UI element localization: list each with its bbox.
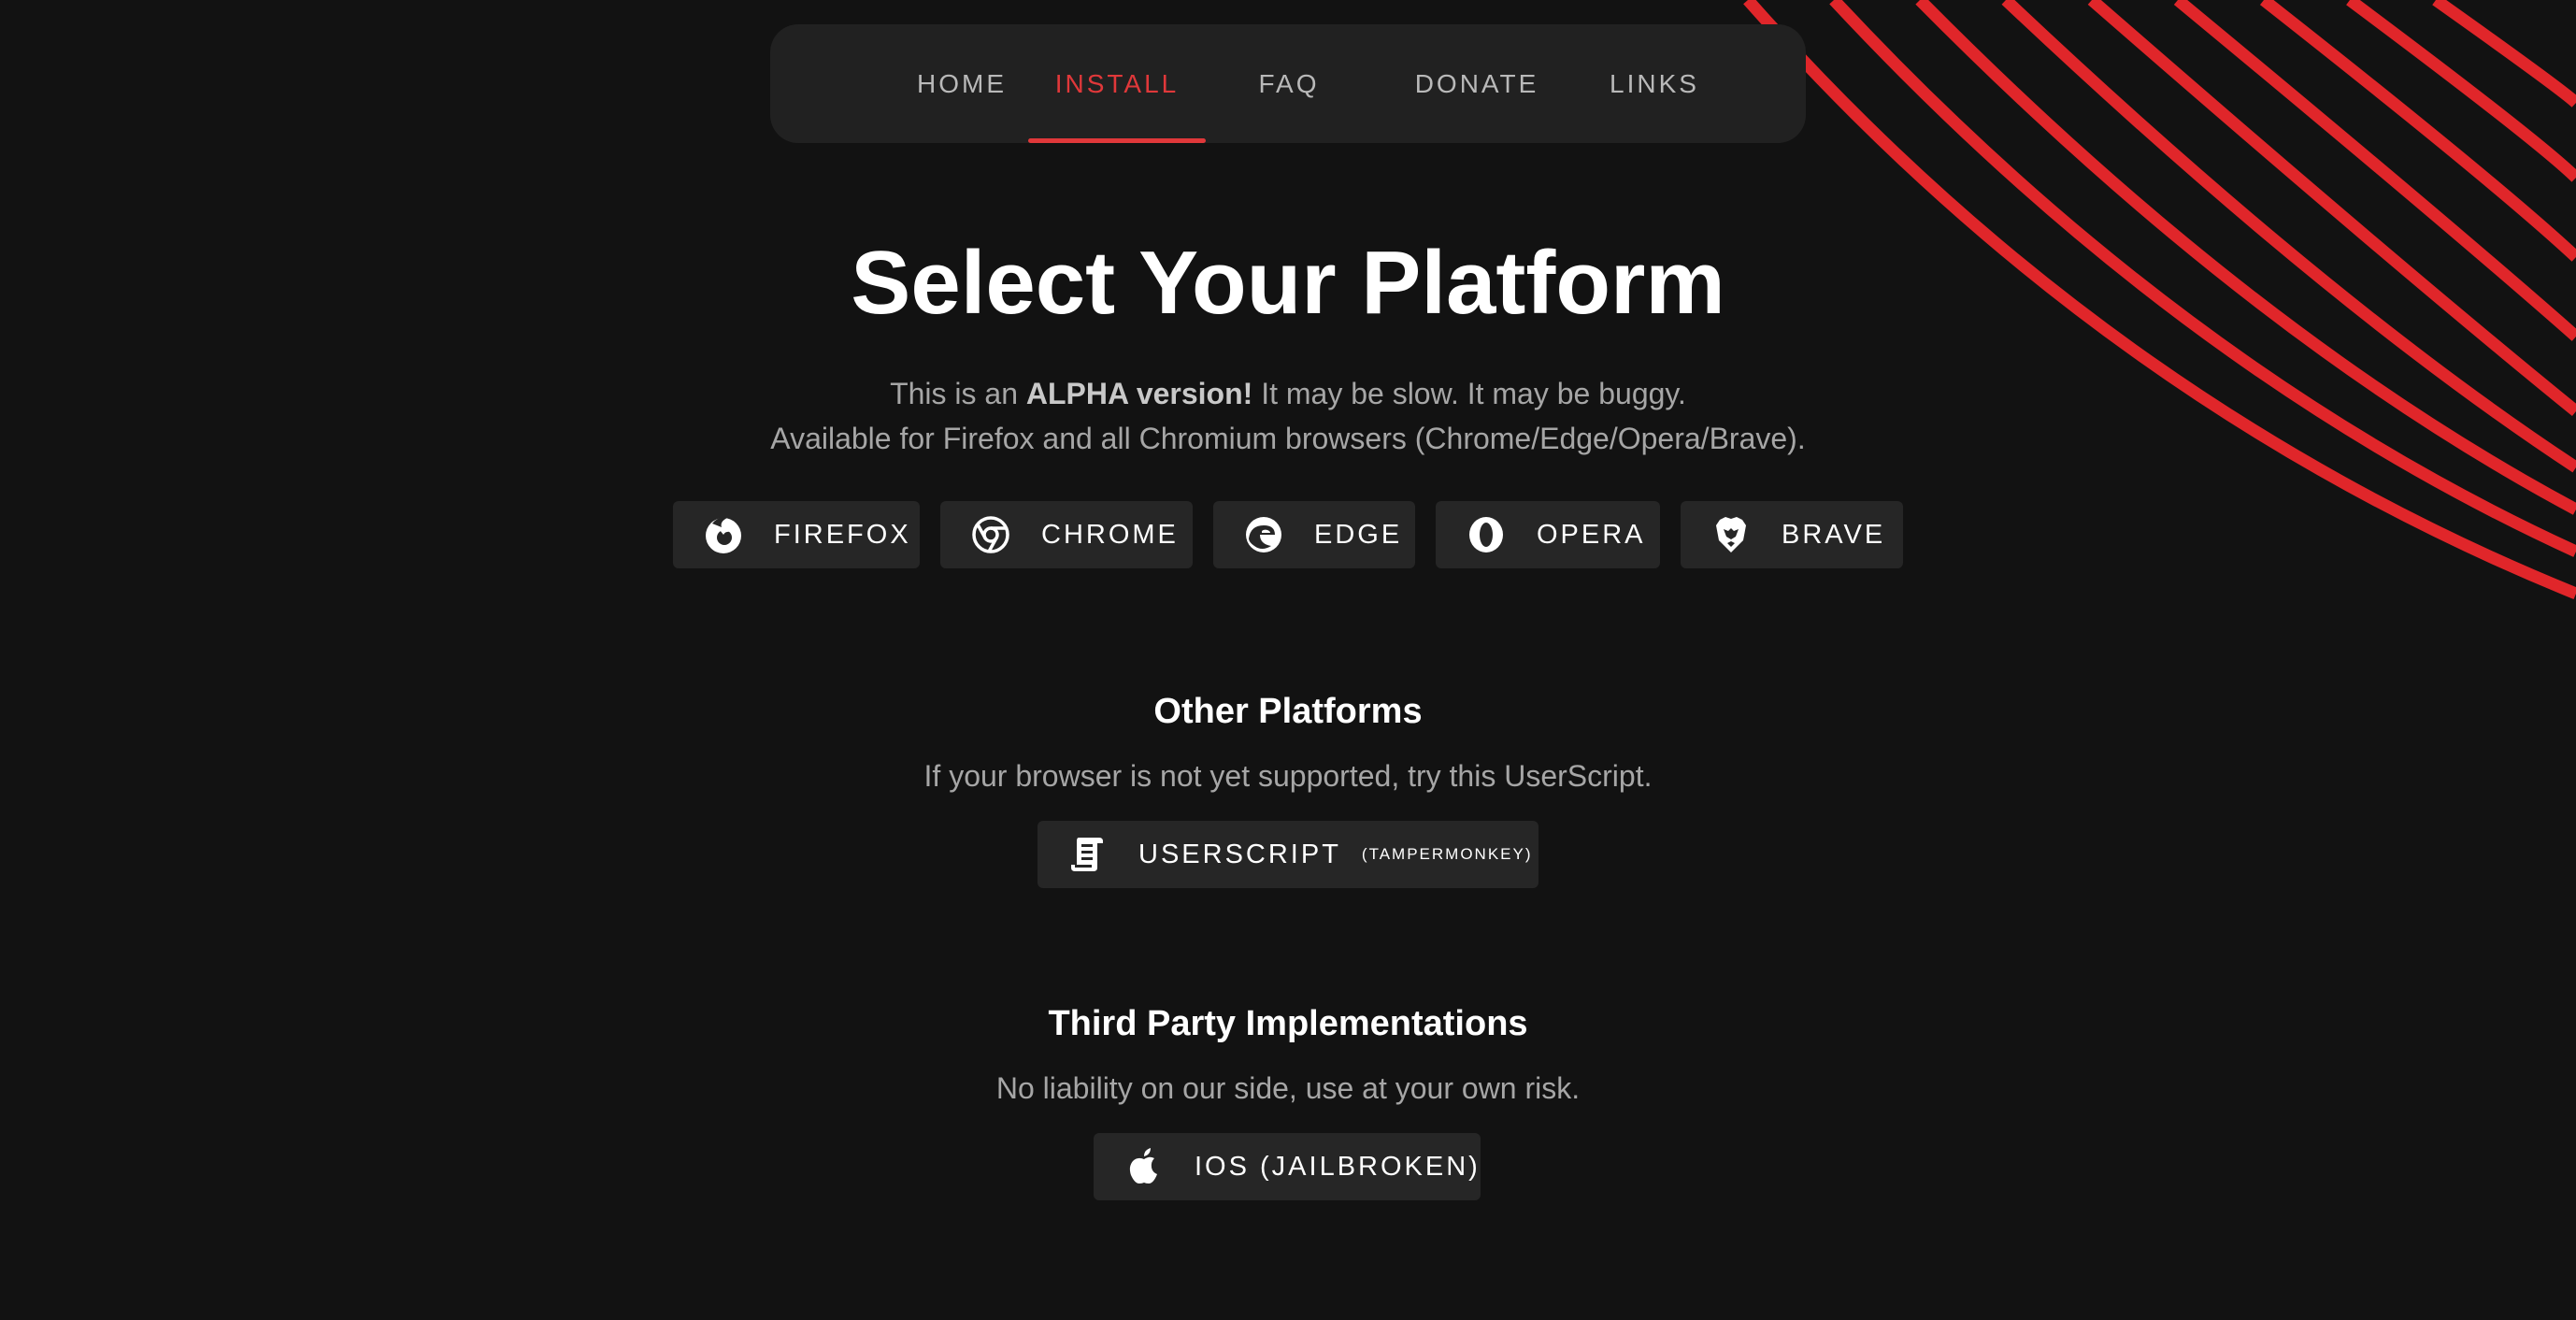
nav-home[interactable]: HOME [882, 24, 1041, 143]
decorative-red-stripes [1743, 0, 2576, 600]
opera-icon [1464, 512, 1509, 557]
nav-donate[interactable]: DONATE [1393, 24, 1561, 143]
ios-jailbroken-button[interactable]: IOS (JAILBROKEN) [1094, 1133, 1481, 1200]
edge-button[interactable]: EDGE [1213, 501, 1415, 568]
firefox-icon [701, 512, 746, 557]
chrome-button-label: CHROME [1041, 519, 1179, 550]
top-navigation: HOME INSTALL FAQ DONATE LINKS [770, 24, 1806, 143]
nav-faq[interactable]: FAQ [1228, 24, 1350, 143]
userscript-button[interactable]: USERSCRIPT (TAMPERMONKEY) [1038, 821, 1538, 888]
brave-button-label: BRAVE [1782, 519, 1886, 550]
userscript-button-sublabel: (TAMPERMONKEY) [1361, 845, 1533, 863]
nav-install[interactable]: INSTALL [1028, 24, 1206, 143]
page-title: Select Your Platform [851, 233, 1725, 333]
alpha-notice-bold: ALPHA version! [1025, 377, 1253, 410]
ios-jailbroken-button-label: IOS (JAILBROKEN) [1195, 1151, 1481, 1182]
firefox-button-label: FIREFOX [774, 519, 911, 550]
opera-button-label: OPERA [1537, 519, 1646, 550]
brave-icon [1709, 512, 1753, 557]
nav-active-underline [1028, 138, 1206, 143]
third-party-title: Third Party Implementations [1048, 1004, 1528, 1043]
edge-button-label: EDGE [1314, 519, 1403, 550]
alpha-notice-prefix: This is an [890, 377, 1018, 410]
apple-icon [1122, 1144, 1166, 1189]
availability-notice: Available for Firefox and all Chromium b… [770, 422, 1806, 455]
other-platforms-title: Other Platforms [1153, 692, 1423, 731]
chrome-button[interactable]: CHROME [940, 501, 1193, 568]
chrome-icon [968, 512, 1013, 557]
brave-button[interactable]: BRAVE [1681, 501, 1903, 568]
alpha-notice-suffix: It may be slow. It may be buggy. [1261, 377, 1686, 410]
opera-button[interactable]: OPERA [1436, 501, 1660, 568]
script-scroll-icon [1066, 832, 1110, 877]
nav-links[interactable]: LINKS [1580, 24, 1729, 143]
firefox-button[interactable]: FIREFOX [673, 501, 920, 568]
userscript-button-label: USERSCRIPT [1138, 839, 1341, 869]
alpha-notice: This is an ALPHA version! It may be slow… [0, 377, 2576, 411]
other-platforms-text: If your browser is not yet supported, tr… [923, 759, 1653, 793]
edge-icon [1241, 512, 1286, 557]
third-party-text: No liability on our side, use at your ow… [995, 1071, 1581, 1105]
